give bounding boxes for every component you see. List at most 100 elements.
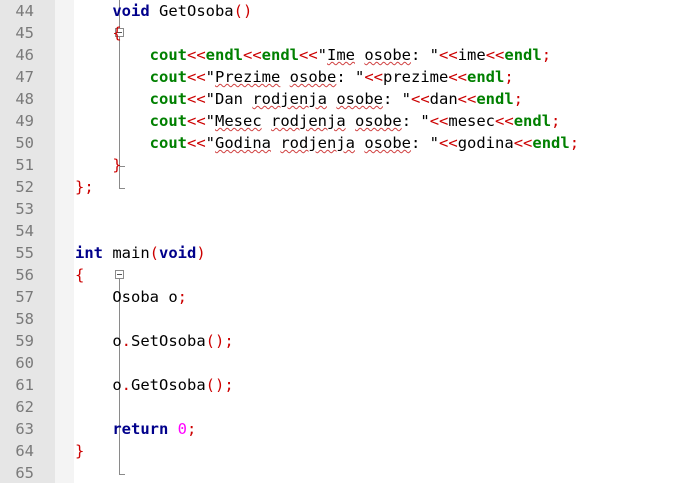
code-token: Osoba o [75, 288, 178, 306]
line-number: 52 [15, 178, 34, 196]
line-text: o.SetOsoba(); [75, 330, 234, 352]
code-token: Ime [327, 46, 355, 64]
code-token: endl [504, 46, 542, 64]
code-line[interactable]: 46 cout<<endl<<endl<<"Ime osobe: "<<ime<… [0, 44, 683, 66]
line-number: 46 [15, 46, 34, 64]
code-token: << [429, 112, 449, 130]
code-token: { [75, 266, 85, 284]
code-token: void [112, 2, 150, 20]
line-text: Osoba o; [75, 286, 187, 308]
code-token: { [112, 24, 122, 42]
code-line[interactable]: 58 [0, 308, 683, 330]
code-token: main [103, 244, 150, 262]
line-number: 47 [15, 68, 34, 86]
code-line[interactable]: 44 void GetOsoba() [0, 0, 683, 22]
code-editor[interactable]: 44 void GetOsoba() 45 {46 cout<<endl<<end… [0, 0, 683, 483]
code-line[interactable]: 61 o.GetOsoba(); [0, 374, 683, 396]
code-token: ; [569, 134, 580, 152]
code-token: << [411, 90, 430, 108]
code-token: " [317, 46, 327, 64]
code-line[interactable]: 51 } [0, 154, 683, 176]
code-token: osobe [289, 68, 337, 86]
code-token: return [112, 420, 169, 438]
code-token: rodjenja [280, 134, 355, 152]
line-number: 44 [15, 2, 34, 20]
code-token: o [75, 332, 122, 350]
code-token: rodjenja [252, 90, 327, 108]
code-line[interactable]: 49 cout<<"Mesec rodjenja osobe: "<<mesec… [0, 110, 683, 132]
code-token: Mesec [215, 112, 262, 130]
code-token: GetOsoba [131, 376, 206, 394]
code-token: << [186, 46, 206, 64]
line-number: 53 [15, 200, 34, 218]
code-token: cout [149, 90, 187, 108]
code-line[interactable]: 52}; [0, 176, 683, 198]
line-number: 54 [15, 222, 34, 240]
code-line[interactable]: 47 cout<<"Prezime osobe: "<<prezime<<end… [0, 66, 683, 88]
code-token: cout [149, 46, 187, 64]
code-token: " [205, 112, 215, 130]
code-token: o [75, 376, 122, 394]
line-number: 65 [15, 464, 34, 482]
code-token: : " [401, 112, 430, 130]
code-token: << [448, 68, 468, 86]
code-token: osobe [364, 46, 412, 64]
code-line[interactable]: 62 [0, 396, 683, 418]
code-line[interactable]: 64} [0, 440, 683, 462]
code-token: endl [205, 46, 243, 64]
code-token: int [75, 244, 103, 262]
code-token: << [485, 46, 505, 64]
code-line[interactable]: 54 [0, 220, 683, 242]
line-number: 56 [15, 266, 34, 284]
code-token: . [121, 376, 132, 394]
code-token: : " [336, 68, 365, 86]
code-token: ; [177, 288, 187, 306]
line-text: { [75, 22, 122, 44]
code-token: << [186, 90, 206, 108]
line-text: cout<<endl<<endl<<"Ime osobe: "<<ime<<en… [75, 44, 551, 66]
line-text: cout<<"Mesec rodjenja osobe: "<<mesec<<e… [75, 110, 561, 132]
line-text: cout<<"Dan rodjenja osobe: "<<dan<<endl; [75, 88, 523, 110]
line-text: }; [75, 176, 94, 198]
code-token: << [439, 134, 458, 152]
code-line[interactable]: 60 [0, 352, 683, 374]
line-number: 61 [15, 376, 34, 394]
code-line[interactable]: 55 int main(void) [0, 242, 683, 264]
code-line[interactable]: 45 { [0, 22, 683, 44]
code-token: endl [467, 68, 505, 86]
line-number: 64 [15, 442, 34, 460]
code-line[interactable]: 50 cout<<"Godina rodjenja osobe: "<<godi… [0, 132, 683, 154]
code-token: << [186, 134, 206, 152]
code-token: (); [205, 332, 234, 350]
code-token: } [75, 442, 85, 460]
code-token: ; [504, 68, 514, 86]
code-token: prezime [383, 68, 449, 86]
code-token: GetOsoba [149, 2, 234, 20]
code-token: << [513, 134, 533, 152]
code-token: ; [187, 420, 197, 438]
code-line[interactable]: 53 [0, 198, 683, 220]
code-line[interactable]: 63 return 0; [0, 418, 683, 440]
line-text: } [75, 154, 121, 176]
code-line[interactable]: 57 Osoba o; [0, 286, 683, 308]
code-token: : " [411, 46, 440, 64]
code-line[interactable]: 56 { [0, 264, 683, 286]
code-lines[interactable]: 44 void GetOsoba() 45 {46 cout<<endl<<end… [0, 0, 683, 484]
code-token: endl [261, 46, 299, 64]
line-number: 58 [15, 310, 34, 328]
code-token: SetOsoba [131, 332, 206, 350]
code-line[interactable]: 65 [0, 462, 683, 484]
code-line[interactable]: 59 o.SetOsoba(); [0, 330, 683, 352]
code-token: " [205, 68, 215, 86]
line-number: 51 [15, 156, 34, 174]
code-line[interactable]: 48 cout<<"Dan rodjenja osobe: "<<dan<<en… [0, 88, 683, 110]
